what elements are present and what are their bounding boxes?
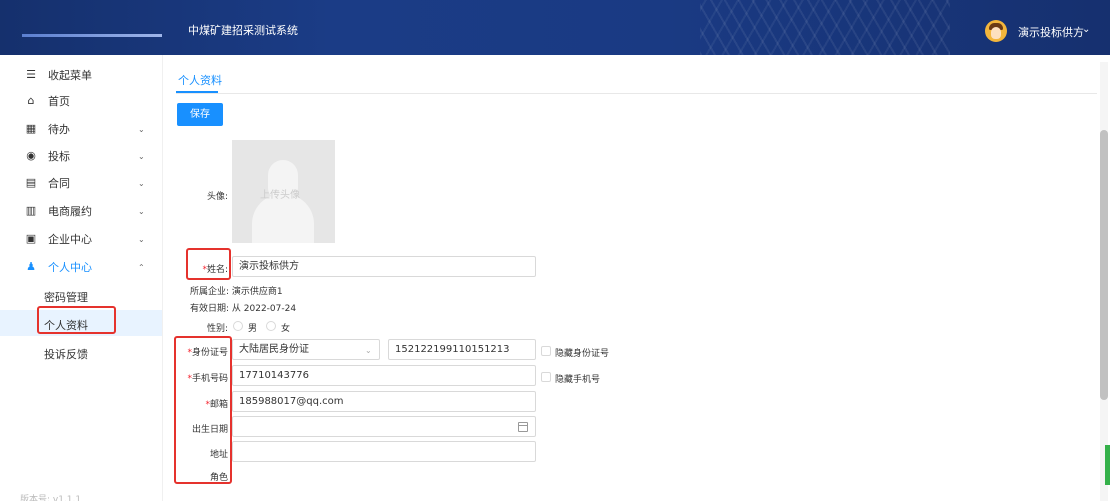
system-title: 中煤矿建招采测试系统 xyxy=(188,24,298,37)
sidebar-item-collapse-menu[interactable]: ☰ 收起菜单 xyxy=(0,62,162,88)
header-decoration xyxy=(700,0,950,55)
company-row: 所属企业: 演示供应商1 xyxy=(190,284,283,297)
sidebar-item-todo[interactable]: ▦ 待办 ⌄ xyxy=(0,116,162,142)
chevron-down-icon: ⌄ xyxy=(365,346,372,355)
sidebar-subitem-label: 投诉反馈 xyxy=(44,348,88,361)
sidebar-subitem-password-management[interactable]: 密码管理 xyxy=(0,282,162,308)
highlight-box xyxy=(174,336,232,484)
sidebar-item-label: 电商履约 xyxy=(48,205,92,218)
chevron-down-icon: ⌄ xyxy=(138,178,145,188)
highlight-box xyxy=(37,306,116,334)
bidding-icon: ◉ xyxy=(26,149,36,162)
logo-bar xyxy=(22,34,162,37)
sidebar-item-label: 合同 xyxy=(48,177,70,190)
sidebar-item-label: 企业中心 xyxy=(48,233,92,246)
hide-phone-label: 隐藏手机号 xyxy=(555,375,601,385)
ecommerce-icon: ▥ xyxy=(25,204,37,217)
sidebar-item-label: 首页 xyxy=(48,95,70,108)
gender-female-radio[interactable] xyxy=(266,321,276,331)
sidebar-item-contract[interactable]: ▤ 合同 ⌄ xyxy=(0,170,162,196)
sidebar-item-label: 投标 xyxy=(48,150,70,163)
sidebar-item-personal-center[interactable]: ♟ 个人中心 ⌃ xyxy=(0,254,162,280)
sidebar-divider xyxy=(162,55,163,501)
birth-date-input[interactable] xyxy=(232,416,536,437)
user-name-menu[interactable]: 演示投标供方 xyxy=(1018,24,1084,40)
id-type-select[interactable]: 大陆居民身份证 xyxy=(232,339,380,360)
sidebar-item-home[interactable]: ⌂ 首页 xyxy=(0,88,162,114)
sidebar-subitem-label: 密码管理 xyxy=(44,291,88,304)
gender-male-radio[interactable] xyxy=(233,321,243,331)
enterprise-icon: ▣ xyxy=(25,232,37,245)
chevron-down-icon: ⌄ xyxy=(138,151,145,161)
highlight-box xyxy=(186,248,231,280)
sidebar-item-ecommerce[interactable]: ▥ 电商履约 ⌄ xyxy=(0,198,162,224)
phone-input[interactable]: 17710143776 xyxy=(232,365,536,386)
tab-divider xyxy=(176,93,1097,94)
valid-date-row: 有效日期: 从 2022-07-24 xyxy=(190,301,296,314)
valid-date-value: 从 2022-07-24 xyxy=(231,304,297,314)
chevron-up-icon: ⌃ xyxy=(138,262,145,272)
hide-phone-checkbox[interactable] xyxy=(541,372,551,382)
chevron-down-icon: ⌄ xyxy=(138,234,145,244)
tab-personal-info[interactable]: 个人资料 xyxy=(178,72,222,88)
chevron-down-icon: ⌄ xyxy=(138,124,145,134)
save-button[interactable]: 保存 xyxy=(177,103,223,126)
sidebar-item-bidding[interactable]: ◉ 投标 ⌄ xyxy=(0,143,162,169)
avatar-upload[interactable]: 上传头像 xyxy=(232,140,335,243)
version-text: 版本号: v1.1.1 xyxy=(20,495,82,501)
gender-male-label: 男 xyxy=(248,324,258,334)
address-input[interactable] xyxy=(232,441,536,462)
contract-icon: ▤ xyxy=(25,176,37,189)
chevron-down-icon: ⌄ xyxy=(138,206,145,216)
side-widget-tab[interactable] xyxy=(1105,445,1110,485)
menu-icon: ☰ xyxy=(26,68,36,81)
avatar-label: 头像: xyxy=(206,192,228,202)
scrollbar-thumb[interactable] xyxy=(1100,130,1108,400)
gender-female-label: 女 xyxy=(281,324,291,334)
sidebar-item-label: 收起菜单 xyxy=(48,69,92,82)
chevron-down-icon[interactable]: ⌄ xyxy=(1082,24,1090,35)
email-input[interactable]: 185988017@qq.com xyxy=(232,391,536,412)
id-number-input[interactable]: 152122199110151213 xyxy=(388,339,536,360)
sidebar-item-label: 待办 xyxy=(48,123,70,136)
hide-id-checkbox[interactable] xyxy=(541,346,551,356)
sidebar-subitem-complaint-feedback[interactable]: 投诉反馈 xyxy=(0,339,162,365)
avatar-watermark: 上传头像 xyxy=(260,190,300,201)
company-value: 演示供应商1 xyxy=(231,287,283,297)
user-icon: ♟ xyxy=(26,260,36,273)
gender-label: 性别: xyxy=(206,324,228,334)
valid-date-label: 有效日期: xyxy=(190,304,230,314)
home-icon: ⌂ xyxy=(27,94,35,107)
avatar-placeholder-icon xyxy=(252,194,314,243)
sidebar-item-label: 个人中心 xyxy=(48,261,92,274)
hide-id-label: 隐藏身份证号 xyxy=(555,349,610,359)
name-input[interactable]: 演示投标供方 xyxy=(232,256,536,277)
sidebar: ☰ 收起菜单 ⌂ 首页 ▦ 待办 ⌄ ◉ 投标 ⌄ ▤ 合同 ⌄ ▥ 电商履约 … xyxy=(0,55,162,501)
company-label: 所属企业: xyxy=(190,287,230,297)
user-avatar-icon[interactable] xyxy=(985,20,1007,42)
todo-icon: ▦ xyxy=(25,122,37,135)
top-header: 中煤矿建招采测试系统 演示投标供方 ⌄ xyxy=(0,0,1110,55)
calendar-icon[interactable] xyxy=(518,422,528,432)
sidebar-item-enterprise-center[interactable]: ▣ 企业中心 ⌄ xyxy=(0,226,162,252)
